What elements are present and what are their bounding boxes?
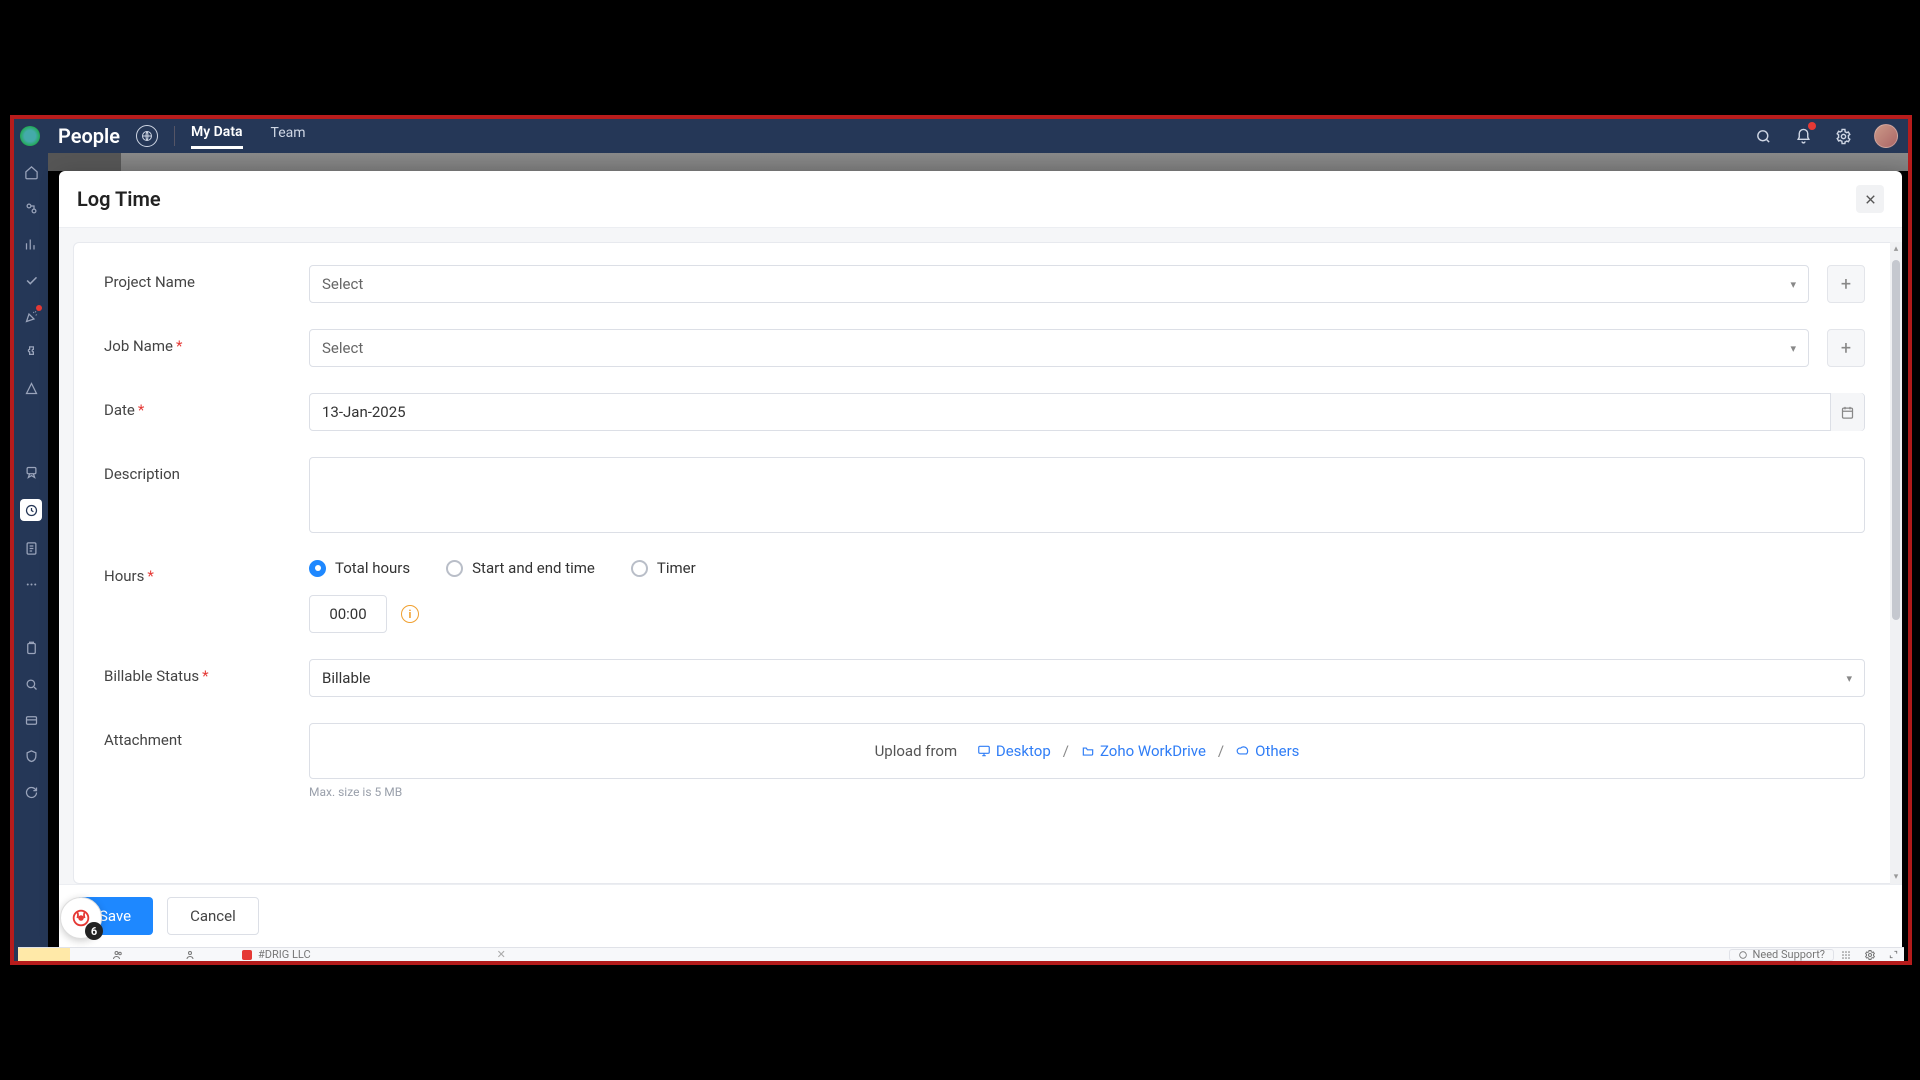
label-description: Description xyxy=(104,457,309,483)
date-input[interactable]: 13-Jan-2025 xyxy=(309,393,1865,431)
upload-workdrive-link[interactable]: Zoho WorkDrive xyxy=(1081,742,1206,760)
modal-title: Log Time xyxy=(77,187,161,211)
search-icon[interactable] xyxy=(1754,127,1772,145)
alert-dot-icon xyxy=(36,305,42,311)
gear-icon[interactable] xyxy=(1864,949,1876,961)
scroll-down-icon[interactable]: ▾ xyxy=(1890,870,1902,884)
expand-icon[interactable] xyxy=(1888,949,1900,961)
close-button[interactable] xyxy=(1856,185,1884,213)
label-job-name: Job Name* xyxy=(104,329,309,355)
notification-dot-icon xyxy=(1808,122,1816,130)
tab-strip xyxy=(48,153,1908,171)
close-icon[interactable]: ✕ xyxy=(497,948,506,961)
badge-icon[interactable] xyxy=(22,463,40,481)
upload-desktop-link[interactable]: Desktop xyxy=(977,742,1051,760)
app-logo-icon xyxy=(20,126,40,146)
app-frame: People My Data Team xyxy=(10,115,1912,965)
org-icon[interactable] xyxy=(22,199,40,217)
log-time-modal: Log Time Project Name Select ▾ + xyxy=(59,171,1902,947)
chat-widget[interactable]: 6 xyxy=(60,897,102,939)
label-project-name: Project Name xyxy=(104,265,309,291)
check-icon[interactable] xyxy=(22,271,40,289)
attachment-upload-area[interactable]: Upload from Desktop / Zoho WorkDrive / xyxy=(309,723,1865,779)
app-brand: People xyxy=(58,124,120,148)
chat-badge: 6 xyxy=(85,922,103,940)
bell-icon[interactable] xyxy=(1794,127,1812,145)
add-job-button[interactable]: + xyxy=(1827,329,1865,367)
tab-team[interactable]: Team xyxy=(271,125,306,147)
chevron-down-icon: ▾ xyxy=(1790,342,1796,355)
channel-chip[interactable]: #DRIG LLC ✕ xyxy=(242,948,506,961)
top-nav: People My Data Team xyxy=(14,119,1908,153)
job-name-select[interactable]: Select ▾ xyxy=(309,329,1809,367)
bottom-highlight xyxy=(18,948,70,961)
gear-icon[interactable] xyxy=(1834,127,1852,145)
radio-start-end-time[interactable]: Start and end time xyxy=(446,559,595,577)
timesheet-icon[interactable] xyxy=(20,499,42,521)
radio-total-hours[interactable]: Total hours xyxy=(309,559,410,577)
attachment-size-hint: Max. size is 5 MB xyxy=(309,785,1865,799)
apps-grid-icon[interactable] xyxy=(1840,949,1852,961)
label-hours: Hours* xyxy=(104,559,309,585)
puzzle-icon[interactable] xyxy=(22,343,40,361)
card-icon[interactable] xyxy=(22,711,40,729)
vertical-scrollbar[interactable]: ▴ ▾ xyxy=(1890,242,1902,884)
avatar[interactable] xyxy=(1874,124,1898,148)
document-icon[interactable] xyxy=(22,539,40,557)
chevron-down-icon: ▾ xyxy=(1846,672,1852,685)
left-sidebar xyxy=(14,153,48,961)
confetti-icon[interactable] xyxy=(22,307,40,325)
bottom-status-bar: ? #DRIG LLC ✕ Need Support? xyxy=(18,947,1904,961)
shield-icon[interactable] xyxy=(22,747,40,765)
label-attachment: Attachment xyxy=(104,723,309,749)
search-icon[interactable] xyxy=(22,675,40,693)
project-name-select[interactable]: Select ▾ xyxy=(309,265,1809,303)
status-people-icon[interactable] xyxy=(112,949,124,961)
description-textarea[interactable] xyxy=(309,457,1865,533)
tab-my-data[interactable]: My Data xyxy=(191,124,243,149)
clipboard-icon[interactable] xyxy=(22,639,40,657)
upload-others-link[interactable]: Others xyxy=(1236,742,1299,760)
billable-status-select[interactable]: Billable ▾ xyxy=(309,659,1865,697)
scroll-up-icon[interactable]: ▴ xyxy=(1890,242,1902,256)
divider xyxy=(174,126,175,146)
triangle-icon[interactable] xyxy=(22,379,40,397)
form-container: Project Name Select ▾ + Job Name* Select xyxy=(73,242,1896,884)
label-billable-status: Billable Status* xyxy=(104,659,309,685)
separator: / xyxy=(1063,742,1069,760)
chevron-down-icon: ▾ xyxy=(1790,278,1796,291)
add-project-button[interactable]: + xyxy=(1827,265,1865,303)
radio-timer[interactable]: Timer xyxy=(631,559,696,577)
refresh-icon[interactable] xyxy=(22,783,40,801)
calendar-icon[interactable] xyxy=(1830,393,1864,431)
info-icon[interactable]: i xyxy=(401,605,419,623)
need-support-button[interactable]: Need Support? xyxy=(1729,949,1834,961)
separator: / xyxy=(1218,742,1224,760)
label-date: Date* xyxy=(104,393,309,419)
upload-prefix: Upload from xyxy=(875,742,958,760)
cancel-button[interactable]: Cancel xyxy=(167,897,259,935)
globe-icon[interactable] xyxy=(136,125,158,147)
home-icon[interactable] xyxy=(22,163,40,181)
hours-value-input[interactable]: 00:00 xyxy=(309,595,387,633)
reports-icon[interactable] xyxy=(22,235,40,253)
scrollbar-thumb[interactable] xyxy=(1892,260,1900,620)
status-person-icon[interactable] xyxy=(184,949,196,961)
active-tab-segment xyxy=(48,153,121,171)
more-icon[interactable] xyxy=(22,575,40,593)
